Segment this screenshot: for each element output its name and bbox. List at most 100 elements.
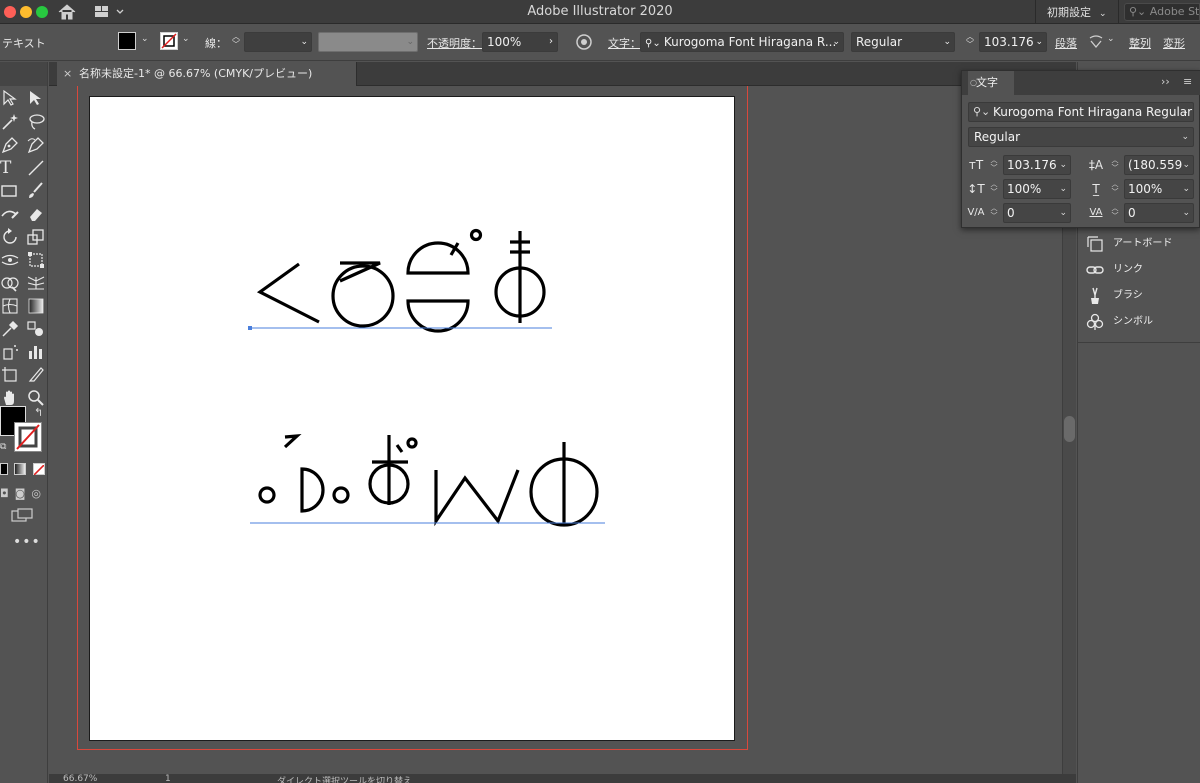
collapse-panel-icon[interactable]: ›› xyxy=(1161,75,1170,88)
workspace-switcher[interactable]: 初期設定 ⌄ xyxy=(1047,4,1107,20)
perspective-grid-tool[interactable] xyxy=(26,273,46,293)
magic-wand-tool[interactable] xyxy=(0,112,20,132)
font-size-field[interactable]: 103.176 ⌄ xyxy=(979,32,1047,52)
zoom-tool[interactable] xyxy=(26,388,46,408)
artboard[interactable] xyxy=(89,96,735,741)
tracking-stepper[interactable]: ︿ ﹀ xyxy=(1110,204,1120,222)
none-mode-icon[interactable] xyxy=(33,463,45,476)
symbol-sprayer-tool[interactable] xyxy=(0,342,20,362)
divider xyxy=(1035,0,1036,24)
horizontal-scale-stepper[interactable]: ︿ ﹀ xyxy=(1110,180,1120,198)
selection-tool[interactable] xyxy=(0,88,20,108)
leading-field[interactable]: (180.559 ⌄ xyxy=(1124,155,1194,175)
font-family-field[interactable]: ⚲⌄ Kurogoma Font Hiragana R... ⌄ xyxy=(640,32,844,52)
title-bar: Adobe Illustrator 2020 初期設定 ⌄ ⚲⌄ Adobe St… xyxy=(0,0,1200,24)
line-segment-tool[interactable] xyxy=(26,158,46,178)
font-style-value: Regular xyxy=(974,130,1021,144)
slice-tool[interactable] xyxy=(26,365,46,385)
direct-selection-tool[interactable] xyxy=(26,88,46,108)
close-panel-icon[interactable]: ○ xyxy=(970,71,977,95)
column-graph-tool[interactable] xyxy=(26,342,46,362)
drawing-modes-icons[interactable]: ◘◙◎ xyxy=(0,487,47,500)
baseline-handle[interactable] xyxy=(248,326,252,330)
scrollbar-thumb[interactable] xyxy=(1064,416,1075,442)
stroke-color-box[interactable] xyxy=(14,422,42,452)
panel-links[interactable]: リンク xyxy=(1086,260,1196,280)
font-style-field[interactable]: Regular ⌄ xyxy=(851,32,955,52)
artwork[interactable] xyxy=(90,97,736,742)
shaper-tool[interactable] xyxy=(0,204,20,224)
font-size-field[interactable]: 103.176 ⌄ xyxy=(1003,155,1071,175)
color-mode-icon[interactable] xyxy=(0,463,8,475)
artboard-number[interactable]: 1 xyxy=(165,774,171,783)
edit-toolbar-icon[interactable]: ••• xyxy=(13,534,41,550)
opentype-icon[interactable] xyxy=(1086,32,1106,52)
lasso-tool[interactable] xyxy=(26,112,46,132)
tracking-field[interactable]: 0 ⌄ xyxy=(1124,203,1194,223)
chevron-down-icon: ⌄ xyxy=(1099,9,1107,19)
default-fill-stroke-icon[interactable]: ⧉ xyxy=(0,442,6,452)
mesh-tool[interactable] xyxy=(0,296,20,316)
opacity-field[interactable]: 100% › xyxy=(482,32,558,52)
close-tab-icon[interactable]: × xyxy=(63,62,72,86)
gradient-tool[interactable] xyxy=(26,296,46,316)
transform-button[interactable]: 変形 xyxy=(1163,35,1185,51)
screen-mode-icon[interactable] xyxy=(11,508,33,522)
hand-tool[interactable] xyxy=(0,388,20,408)
glyph-o xyxy=(368,435,418,505)
align-button[interactable]: 整列 xyxy=(1129,35,1151,51)
panel-brushes[interactable]: ブラシ xyxy=(1086,286,1196,306)
kerning-stepper[interactable]: ︿ ﹀ xyxy=(989,204,999,222)
rectangle-tool[interactable] xyxy=(0,181,20,201)
character-panel-tab[interactable]: ○ 文字 xyxy=(968,71,1014,95)
variable-width-profile[interactable]: ⌄ xyxy=(318,32,418,52)
paintbrush-tool[interactable] xyxy=(26,181,46,201)
eraser-tool[interactable] xyxy=(26,204,46,224)
kerning-field[interactable]: 0 ⌄ xyxy=(1003,203,1071,223)
leading-stepper[interactable]: ︿ ﹀ xyxy=(1110,156,1120,174)
font-size-stepper[interactable]: ︿ ﹀ xyxy=(989,156,999,174)
panel-symbols[interactable]: シンボル xyxy=(1086,312,1196,332)
search-placeholder: Adobe Stock を検索 xyxy=(1149,5,1200,18)
chevron-down-icon[interactable]: ⌄ xyxy=(1107,34,1115,44)
width-tool[interactable] xyxy=(0,250,20,270)
stroke-weight-stepper[interactable]: ︿ ﹀ xyxy=(231,33,241,51)
gradient-mode-icon[interactable] xyxy=(14,463,26,475)
stroke-color-swatch[interactable] xyxy=(160,32,178,50)
scale-tool[interactable] xyxy=(26,227,46,247)
curvature-tool[interactable] xyxy=(26,135,46,155)
shape-builder-tool[interactable] xyxy=(0,273,20,293)
rotate-tool[interactable] xyxy=(0,227,20,247)
blend-tool[interactable] xyxy=(26,319,46,339)
horizontal-scale-field[interactable]: 100% ⌄ xyxy=(1124,179,1194,199)
character-label[interactable]: 文字： xyxy=(608,35,641,51)
document-tab[interactable]: × 名称未設定-1* @ 66.67% (CMYK/プレビュー) xyxy=(57,62,357,86)
swap-fill-stroke-icon[interactable]: ↰ xyxy=(34,406,43,419)
pen-tool[interactable] xyxy=(0,135,20,155)
eyedropper-tool[interactable] xyxy=(0,319,20,339)
fill-color-swatch[interactable] xyxy=(118,32,136,50)
font-size-stepper[interactable]: ︿ ﹀ xyxy=(965,33,975,51)
vertical-scale-field[interactable]: 100% ⌄ xyxy=(1003,179,1071,199)
character-panel-header[interactable]: ○ 文字 ›› ≡ xyxy=(962,71,1200,95)
panel-artboards[interactable]: アートボード xyxy=(1086,234,1196,254)
panel-menu-icon[interactable]: ≡ xyxy=(1183,75,1192,88)
chevron-down-icon[interactable]: ⌄ xyxy=(141,34,149,44)
type-tool[interactable]: T xyxy=(0,158,20,178)
no-stroke-icon xyxy=(161,33,177,49)
font-style-dropdown[interactable]: Regular ⌄ xyxy=(968,127,1194,147)
paragraph-button[interactable]: 段落 xyxy=(1055,35,1077,51)
zoom-level[interactable]: 66.67% xyxy=(63,774,97,783)
adobe-stock-search[interactable]: ⚲⌄ Adobe Stock を検索 xyxy=(1124,3,1200,21)
font-size-icon: тT xyxy=(968,158,984,172)
artboard-tool[interactable] xyxy=(0,365,20,385)
opacity-label[interactable]: 不透明度： xyxy=(427,35,482,51)
free-transform-tool[interactable] xyxy=(26,250,46,270)
font-family-dropdown[interactable]: ⚲⌄ Kurogoma Font Hiragana Regular ⌄ xyxy=(968,102,1194,122)
canvas[interactable] xyxy=(49,86,1062,774)
chevron-down-icon[interactable]: ⌄ xyxy=(182,34,190,44)
links-icon xyxy=(1086,266,1104,274)
stroke-weight-field[interactable]: ⌄ xyxy=(244,32,312,52)
vertical-scale-stepper[interactable]: ︿ ﹀ xyxy=(989,180,999,198)
recolor-artwork-icon[interactable] xyxy=(574,32,594,52)
